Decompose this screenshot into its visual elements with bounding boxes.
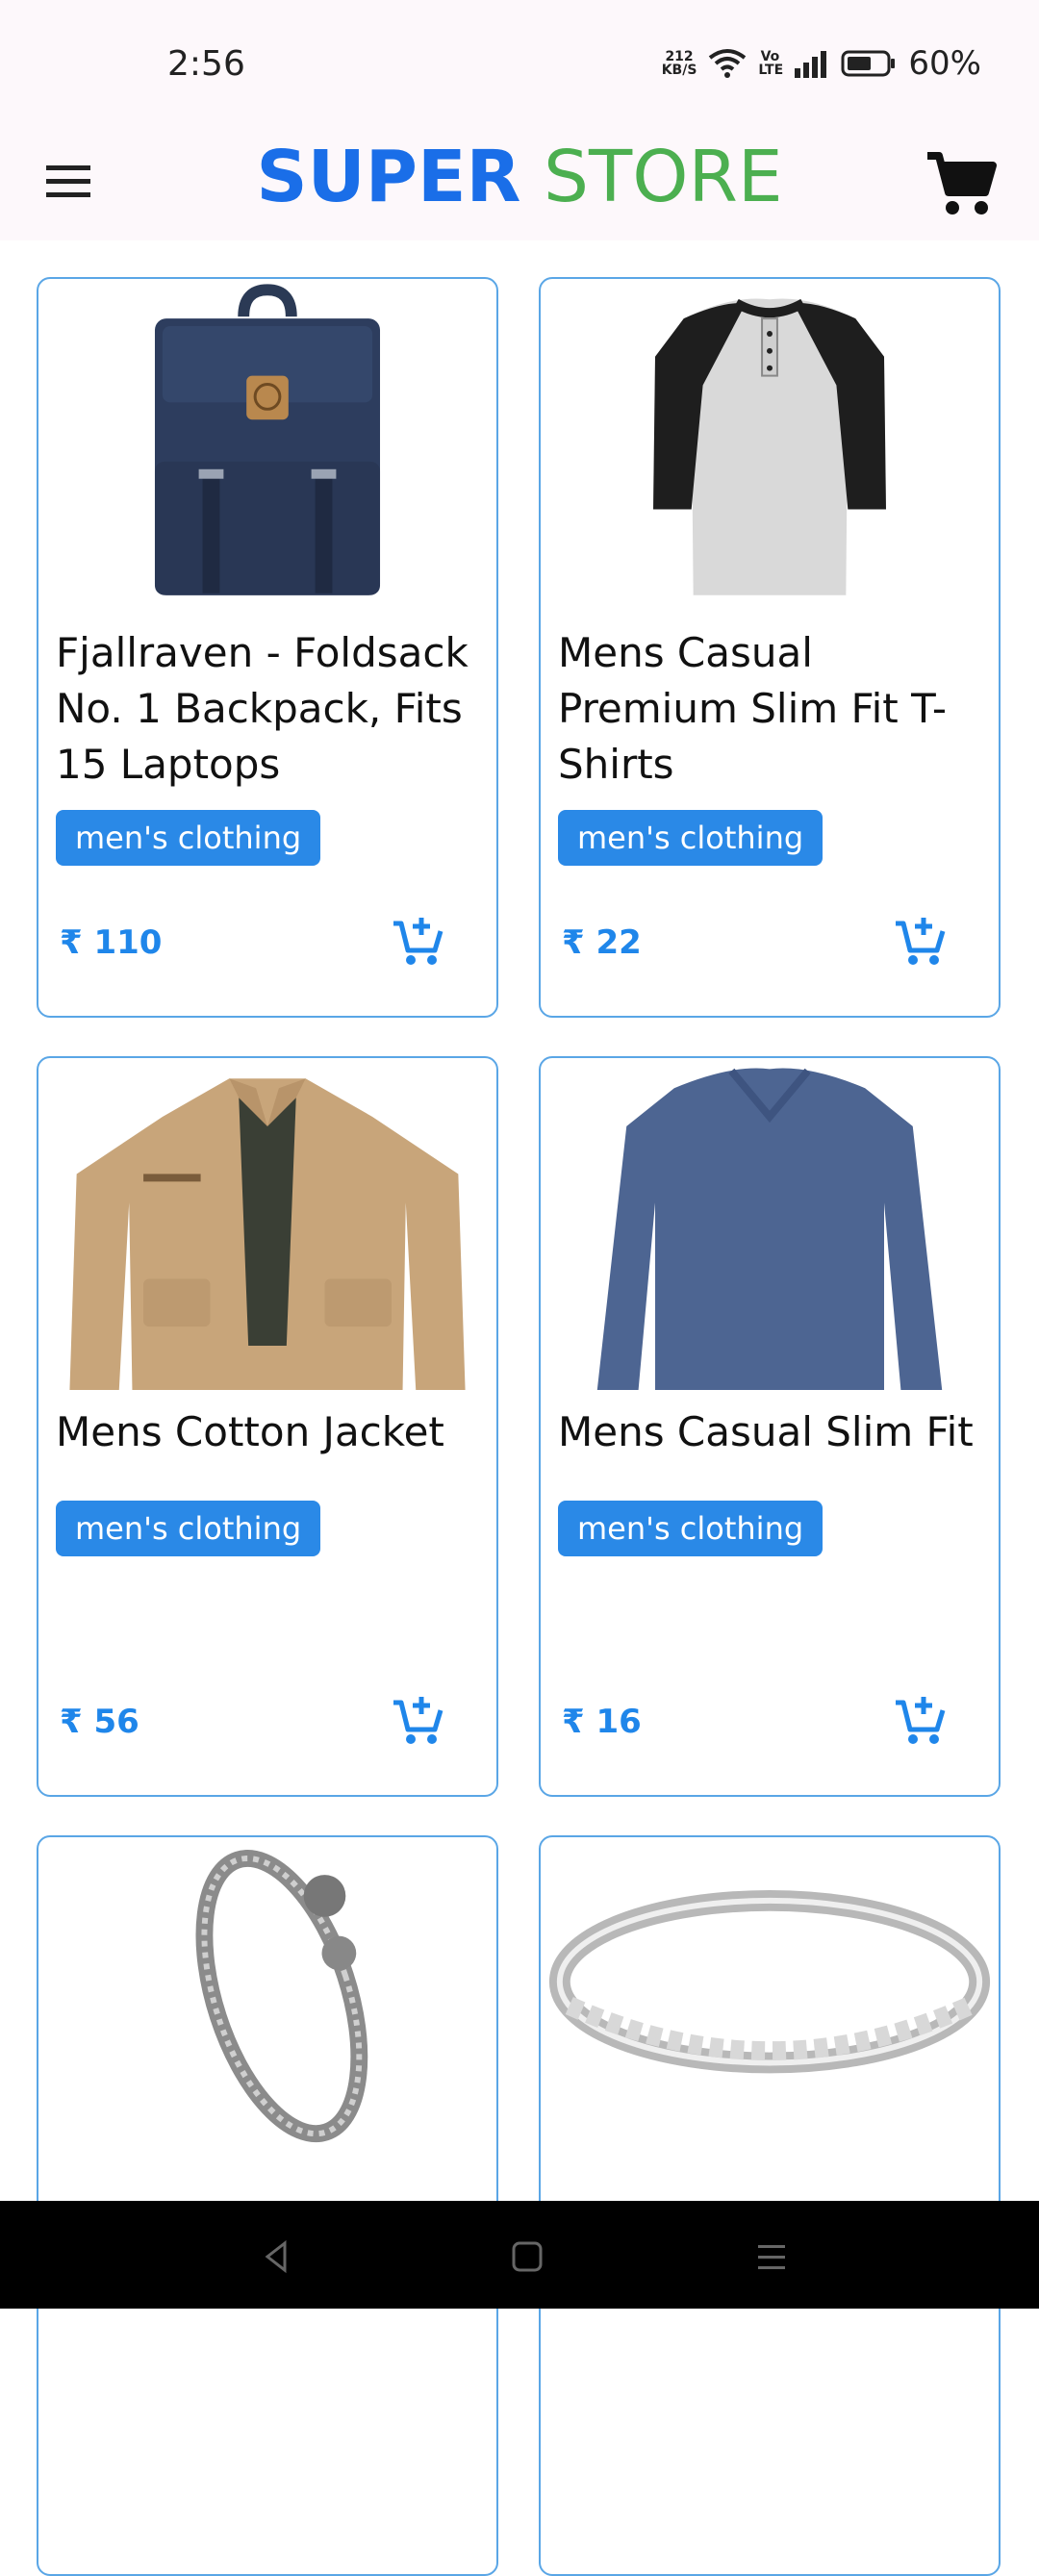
home-icon[interactable] (506, 2235, 548, 2278)
product-price: ₹ 16 (562, 1703, 642, 1741)
add-to-cart-icon[interactable] (893, 1693, 949, 1749)
product-price: ₹ 22 (562, 923, 642, 962)
product-card[interactable]: Mens Casual Slim Fit men's clothing ₹ 16 (539, 1056, 1001, 1797)
product-card[interactable]: Fjallraven - Foldsack No. 1 Backpack, Fi… (37, 277, 498, 1018)
status-icons: 212 KB/S Vo LTE 60% (662, 44, 981, 83)
product-title[interactable]: Mens Cotton Jacket (56, 1404, 479, 1460)
product-title[interactable]: Mens Casual Slim Fit (558, 1404, 981, 1460)
battery-icon (841, 50, 896, 77)
product-grid: Fjallraven - Foldsack No. 1 Backpack, Fi… (37, 277, 1002, 2576)
app-title: SUPER STORE (256, 136, 783, 218)
battery-percent: 60% (908, 44, 981, 83)
product-image-ring (548, 1889, 991, 2074)
product-image-bracelet (195, 1850, 368, 2143)
volte-indicator: Vo LTE (758, 49, 784, 78)
product-price: ₹ 56 (60, 1703, 139, 1741)
recents-icon[interactable] (750, 2235, 793, 2278)
category-badge: men's clothing (558, 1501, 824, 1556)
product-image-raglan-shirt (653, 298, 886, 595)
product-card[interactable]: Mens Cotton Jacket men's clothing ₹ 56 (37, 1056, 498, 1797)
add-to-cart-icon[interactable] (893, 914, 949, 970)
shopping-cart-icon[interactable] (922, 146, 999, 223)
product-image-backpack (154, 284, 381, 595)
system-nav-bar (0, 2201, 1039, 2309)
wifi-icon (709, 49, 747, 78)
product-image-jacket (69, 1078, 466, 1390)
category-badge: men's clothing (56, 810, 321, 866)
category-badge: men's clothing (558, 810, 824, 866)
product-image-long-sleeve-shirt (596, 1068, 943, 1390)
network-speed: 212 KB/S (661, 49, 697, 78)
product-card[interactable]: Mens Casual Premium Slim Fit T-Shirts me… (539, 277, 1001, 1018)
product-title[interactable]: Mens Casual Premium Slim Fit T-Shirts (558, 625, 981, 793)
signal-icon (795, 51, 827, 78)
status-time: 2:56 (167, 44, 245, 84)
add-to-cart-icon[interactable] (391, 1693, 446, 1749)
category-badge: men's clothing (56, 1501, 321, 1556)
product-title[interactable]: Fjallraven - Foldsack No. 1 Backpack, Fi… (56, 625, 479, 793)
back-icon[interactable] (256, 2235, 298, 2278)
add-to-cart-icon[interactable] (391, 914, 446, 970)
status-bar: 2:56 212 KB/S Vo LTE 60% (0, 0, 1039, 125)
app-bar: SUPER STORE (0, 125, 1039, 240)
product-price: ₹ 110 (60, 923, 163, 962)
